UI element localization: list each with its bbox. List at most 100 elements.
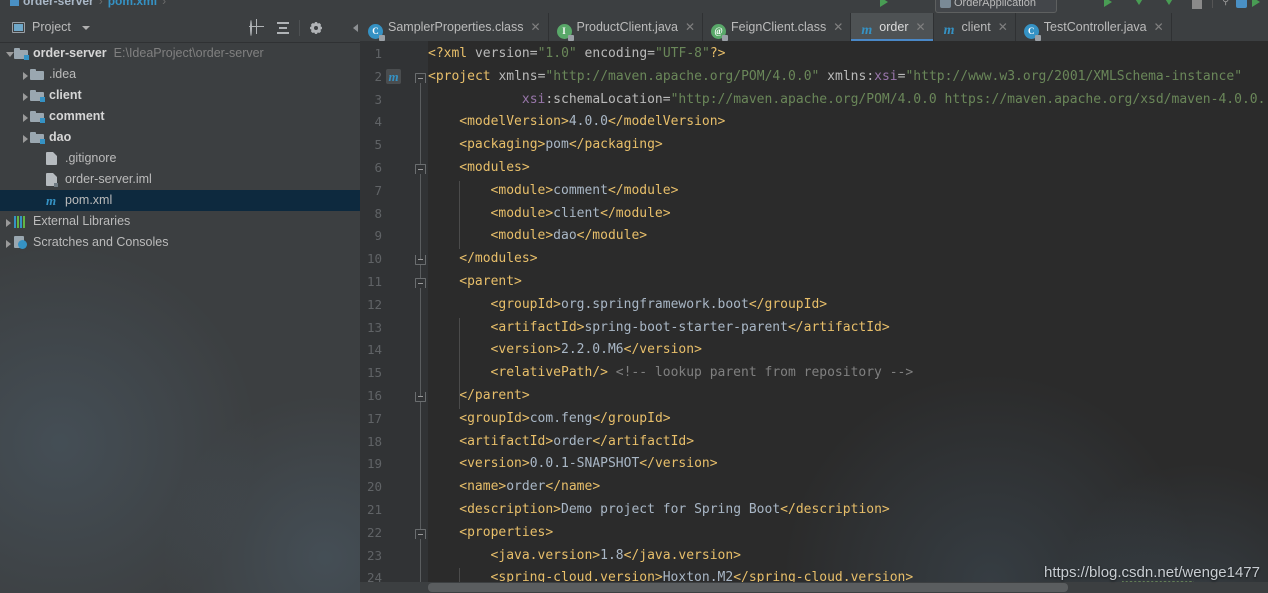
line-number: 5 <box>374 137 382 153</box>
code-line: <relativePath/> <!-- lookup parent from … <box>490 365 914 381</box>
editor-tab-client[interactable]: m client ✕ <box>934 13 1016 41</box>
tree-item-scratches-and-consoles[interactable]: Scratches and Consoles <box>0 232 360 253</box>
code-line: <project xmlns="http://maven.apache.org/… <box>428 68 1243 84</box>
settings-icon[interactable] <box>1236 0 1247 8</box>
tree-toggle-collapsed-icon[interactable] <box>6 240 11 248</box>
library-icon <box>14 216 27 228</box>
breadcrumb-project[interactable]: order-server <box>23 0 94 8</box>
tree-toggle-collapsed-icon[interactable] <box>23 135 28 143</box>
search-everywhere-icon[interactable]: ⚲ <box>1222 0 1236 10</box>
fold-collapse-icon[interactable] <box>415 164 426 174</box>
maven-icon: m <box>861 23 873 38</box>
tree-toggle-expanded-icon[interactable] <box>6 52 14 57</box>
line-number: 15 <box>366 365 382 381</box>
debug-button[interactable] <box>1134 0 1144 5</box>
tree-item-dao[interactable]: dao <box>0 127 360 148</box>
code-line: <modules> <box>459 160 530 175</box>
line-number: 10 <box>366 251 382 267</box>
annotation-icon: @ <box>711 24 729 41</box>
line-number: 19 <box>366 456 382 472</box>
line-number: 14 <box>366 342 382 358</box>
line-number: 17 <box>366 410 382 426</box>
line-number: 13 <box>366 319 382 335</box>
tree-item-order-server[interactable]: order-server E:\IdeaProject\order-server <box>0 43 360 64</box>
run-configuration-selector[interactable]: OrderApplication <box>935 0 1057 13</box>
interface-icon: I <box>556 24 574 41</box>
fold-collapse-icon[interactable] <box>415 72 426 83</box>
editor-tab-label: FeignClient.class <box>731 20 827 34</box>
editor-tab-label: client <box>961 20 991 34</box>
update-button[interactable] <box>1252 0 1260 7</box>
tree-toggle-collapsed-icon[interactable] <box>23 114 28 122</box>
close-icon[interactable]: ✕ <box>530 13 540 41</box>
tree-item-label: dao <box>49 130 72 144</box>
tree-item-external-libraries[interactable]: External Libraries <box>0 211 360 232</box>
project-panel-header: Project <box>0 13 360 43</box>
folder-icon <box>30 69 44 80</box>
close-icon[interactable]: ✕ <box>915 13 925 41</box>
chevron-down-icon[interactable] <box>82 26 90 30</box>
project-tree: order-server E:\IdeaProject\order-server.… <box>0 43 360 253</box>
editor-tab-productclient-java[interactable]: I ProductClient.java ✕ <box>549 13 704 41</box>
tree-item--gitignore[interactable]: .gitignore <box>0 148 360 169</box>
close-icon[interactable]: ✕ <box>998 13 1008 41</box>
run-play-button[interactable] <box>1104 0 1112 7</box>
editor-area: C SamplerProperties.class ✕ I ProductClient.… <box>360 13 1268 593</box>
editor-tab-label: SamplerProperties.class <box>388 20 524 34</box>
close-icon[interactable]: ✕ <box>685 13 695 41</box>
breadcrumb-separator-2: › <box>162 0 167 8</box>
horizontal-scrollbar-thumb[interactable] <box>428 583 1068 592</box>
editor-tab-testcontroller-java[interactable]: C TestController.java ✕ <box>1016 13 1172 41</box>
tree-item-path: E:\IdeaProject\order-server <box>113 46 264 60</box>
code-line: </modules> <box>459 251 538 267</box>
fold-region-line <box>420 174 421 260</box>
line-number: 7 <box>374 182 382 198</box>
fold-collapse-icon[interactable] <box>415 278 426 288</box>
editor-tab-samplerproperties-class[interactable]: C SamplerProperties.class ✕ <box>360 13 549 41</box>
code-line: <artifactId>order</artifactId> <box>459 433 695 449</box>
close-icon[interactable]: ✕ <box>1154 13 1164 41</box>
tree-item--idea[interactable]: .idea <box>0 64 360 85</box>
run-coverage-button[interactable] <box>1164 0 1174 5</box>
locate-icon[interactable] <box>250 20 264 36</box>
tree-toggle-collapsed-icon[interactable] <box>6 219 11 227</box>
minimize-icon[interactable] <box>335 21 349 35</box>
run-button[interactable] <box>880 0 888 7</box>
indent-guide <box>459 317 461 409</box>
breadcrumb-file[interactable]: pom.xml <box>108 0 157 8</box>
close-icon[interactable]: ✕ <box>833 13 843 41</box>
editor-code-pane[interactable]: 1 2 3 4 5 6 7 8 9 10 11 12 13 14 15 16 17 18 19 20 21 22 23 24 m… <box>360 41 1268 593</box>
tree-item-label: comment <box>49 109 105 123</box>
line-number: 22 <box>366 524 382 540</box>
tree-toggle-collapsed-icon[interactable] <box>23 93 28 101</box>
project-tool-window: Project order-server E:\IdeaProject\order… <box>0 13 360 593</box>
editor-code-body[interactable]: <?xml version="1.0" encoding="UTF-8"?> <p… <box>428 41 1268 593</box>
line-number: 8 <box>374 205 382 221</box>
code-line: <module>dao</module> <box>490 228 648 244</box>
tree-toggle-collapsed-icon[interactable] <box>23 72 28 80</box>
gear-icon[interactable] <box>309 21 323 35</box>
top-toolbar-strip: order-server › pom.xml › OrderApplication ⚲ <box>0 0 1268 13</box>
fold-region-line <box>420 288 421 396</box>
spring-boot-icon <box>940 0 951 8</box>
fold-collapse-icon[interactable] <box>415 528 426 539</box>
chevron-left-icon[interactable] <box>353 24 358 32</box>
tree-item-order-server-iml[interactable]: order-server.iml <box>0 169 360 190</box>
editor-tab-order[interactable]: m order ✕ <box>851 13 934 41</box>
maven-gutter-icon[interactable]: m <box>386 68 401 84</box>
tree-item-label: Scratches and Consoles <box>33 235 169 249</box>
class-icon: C <box>1023 24 1041 41</box>
collapse-all-icon[interactable] <box>276 21 290 35</box>
tree-item-client[interactable]: client <box>0 85 360 106</box>
code-line: <groupId>org.springframework.boot</group… <box>490 296 828 312</box>
editor-tab-feignclient-class[interactable]: @ FeignClient.class ✕ <box>703 13 852 41</box>
stop-button[interactable] <box>1192 0 1202 9</box>
file-icon <box>46 152 57 165</box>
tree-item-pom-xml[interactable]: m pom.xml <box>0 190 360 211</box>
tree-item-comment[interactable]: comment <box>0 106 360 127</box>
code-line: </parent> <box>459 388 530 403</box>
code-line: <module>comment</module> <box>490 182 679 198</box>
horizontal-scrollbar-track[interactable] <box>360 582 1268 593</box>
editor-gutter[interactable]: 1 2 3 4 5 6 7 8 9 10 11 12 13 14 15 16 17 18 19 20 21 22 23 24 m <box>360 41 428 593</box>
code-line: <artifactId>spring-boot-starter-parent</… <box>490 319 890 335</box>
